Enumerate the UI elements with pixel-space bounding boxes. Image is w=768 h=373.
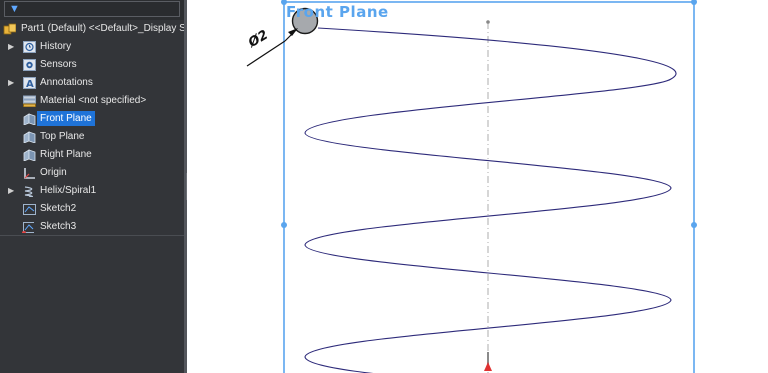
tree-filter-bar: ▼ <box>0 0 184 20</box>
funnel-icon[interactable]: ▼ <box>9 3 20 15</box>
annotations-icon: A <box>23 77 36 89</box>
plane-icon <box>23 113 36 125</box>
plane-handle <box>281 222 287 228</box>
tree-filter-input[interactable]: ▼ <box>4 1 180 17</box>
tree-item-label: Sketch3 <box>40 221 77 232</box>
plane-handle <box>691 0 697 5</box>
helix-icon <box>24 186 33 197</box>
tree-item-label: Part1 (Default) <<Default>_Display Sta <box>21 23 184 34</box>
plane-icon <box>23 149 36 161</box>
history-icon <box>23 41 36 53</box>
tree-item-label: Helix/Spiral1 <box>40 185 97 196</box>
origin-icon <box>24 168 35 179</box>
helix-curve <box>304 27 677 373</box>
expand-arrow-icon[interactable]: ▶ <box>8 38 14 56</box>
tree-item-label: Annotations <box>40 77 93 88</box>
helix-sketch-canvas[interactable] <box>187 0 768 373</box>
part-icon <box>3 23 16 35</box>
expand-arrow-icon[interactable]: ▶ <box>8 74 14 92</box>
sensors-icon <box>23 59 36 71</box>
graphics-area[interactable]: Front Plane Ø2 <box>187 0 768 373</box>
plane-handle <box>691 222 697 228</box>
dimension-arrow-icon <box>288 28 298 36</box>
tree-item-label: Material <not specified> <box>40 95 147 106</box>
feature-manager-tree: ▼ Part1 (Default) <<Default>_Display Sta… <box>0 0 184 373</box>
tree-item-label: Sketch2 <box>40 203 77 214</box>
tree-item-label: Top Plane <box>40 131 85 142</box>
tree-item-label: History <box>40 41 72 52</box>
origin-arrow-icon <box>484 362 492 371</box>
tree-item-label: Front Plane <box>37 111 95 126</box>
tree-item-label: Sensors <box>40 59 77 70</box>
tree-divider <box>0 235 184 236</box>
sketch-icon <box>22 222 34 233</box>
tree-item-label: Right Plane <box>40 149 92 160</box>
plane-name-label[interactable]: Front Plane <box>286 3 389 21</box>
svg-text:A: A <box>26 79 34 89</box>
sketch-icon <box>23 204 36 215</box>
axis-endpoint <box>486 20 490 24</box>
material-icon <box>23 95 36 107</box>
plane-icon <box>23 131 36 143</box>
tree-item-label: Origin <box>40 167 67 178</box>
expand-arrow-icon[interactable]: ▶ <box>8 182 14 200</box>
